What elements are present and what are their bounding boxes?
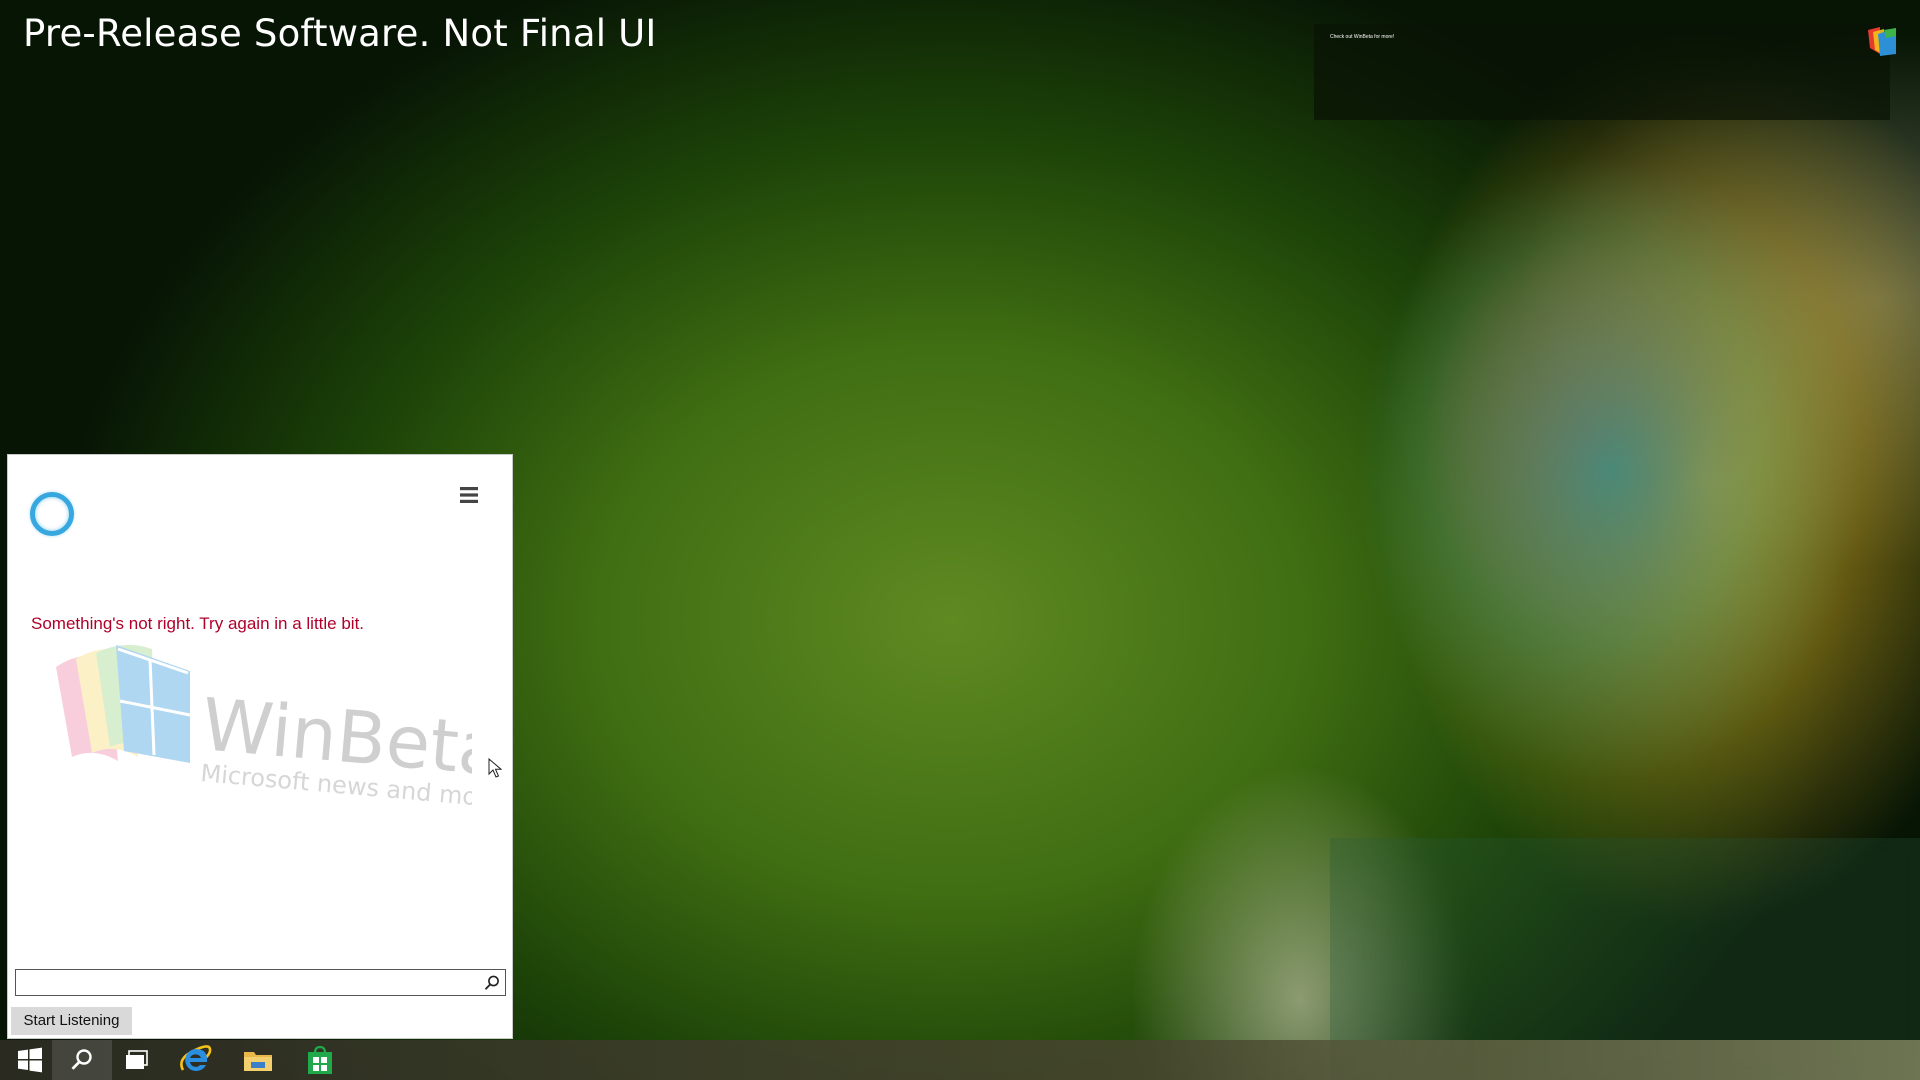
pre-release-watermark: Pre-Release Software. Not Final UI [23, 12, 657, 55]
cortana-icon [30, 492, 74, 536]
error-message: Something's not right. Try again in a li… [31, 614, 365, 633]
folder-icon [244, 1052, 272, 1071]
search-icon[interactable] [483, 974, 501, 992]
taskbar-search-button[interactable] [52, 1040, 112, 1080]
cortana-panel: Something's not right. Try again in a li… [7, 454, 513, 1039]
store-icon [308, 1045, 332, 1074]
hamburger-menu-icon[interactable] [456, 482, 482, 508]
internet-explorer-button[interactable] [166, 1040, 226, 1080]
internet-explorer-icon [180, 1045, 212, 1071]
search-input[interactable] [16, 970, 476, 995]
mouse-cursor-icon [488, 758, 502, 778]
file-explorer-button[interactable] [228, 1040, 288, 1080]
task-view-icon [126, 1050, 148, 1069]
notification-text: Check out WinBeta for more! [1330, 34, 1395, 40]
notification-banner[interactable]: Check out WinBeta for more! [1314, 24, 1896, 120]
search-box[interactable] [15, 969, 506, 996]
task-view-button[interactable] [107, 1040, 167, 1080]
store-button[interactable] [290, 1040, 350, 1080]
windows-logo-icon [18, 1047, 42, 1073]
taskbar [0, 1040, 1920, 1080]
start-button[interactable] [0, 1040, 60, 1080]
winbeta-logo-icon [1868, 27, 1896, 56]
winbeta-watermark-logo: WinBeta Microsoft news and more [56, 644, 472, 813]
search-icon [71, 1049, 92, 1070]
start-listening-button[interactable]: Start Listening [11, 1007, 132, 1035]
